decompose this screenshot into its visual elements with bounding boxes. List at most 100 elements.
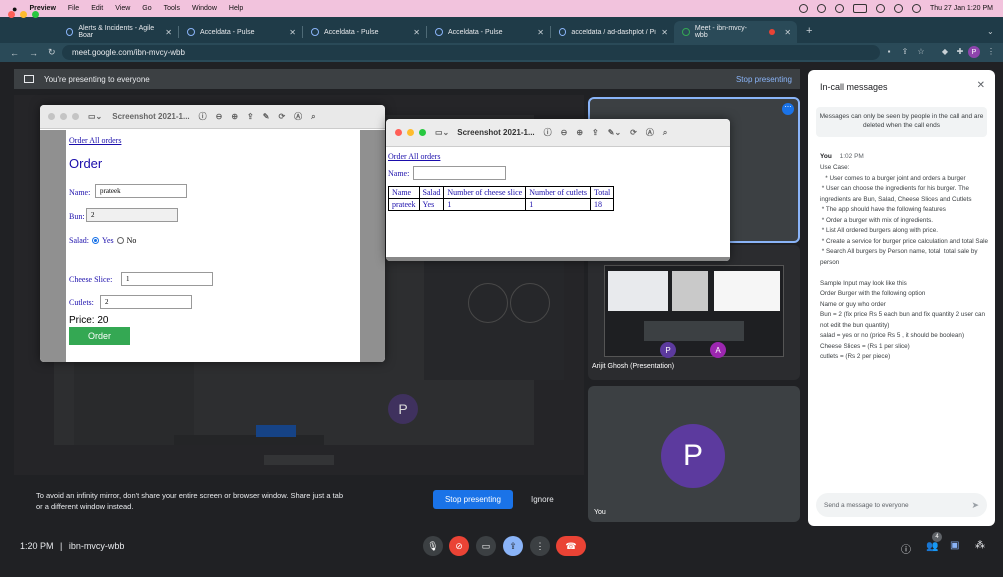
order-form-window[interactable]: ▭⌄ Screenshot 2021-1... ⓘ ⊖ ⊕ ⇪ ✎ ⟳ Ⓐ ⌕ …	[40, 105, 385, 362]
microphone-button[interactable]: 🎙	[423, 536, 443, 556]
share-icon[interactable]: ⇪	[592, 128, 599, 137]
orders-link[interactable]: Order All orders	[388, 152, 440, 161]
bun-input[interactable]: 2	[86, 208, 178, 222]
minimize-button[interactable]	[60, 113, 67, 120]
close-icon[interactable]: ✕	[784, 28, 791, 37]
name-input[interactable]: prateek	[95, 184, 187, 198]
message-input[interactable]: Send a message to everyone	[816, 493, 987, 517]
salad-no-radio[interactable]	[116, 237, 124, 244]
menu-edit[interactable]: Edit	[91, 5, 103, 12]
hangup-icon: ☎	[565, 540, 577, 551]
info-icon[interactable]: ⓘ	[199, 111, 207, 122]
menu-tools[interactable]: Tools	[164, 5, 180, 12]
battery-icon[interactable]	[852, 4, 867, 13]
close-icon[interactable]: ✕	[977, 80, 985, 91]
ignore-button[interactable]: Ignore	[531, 495, 554, 504]
tab-search-icon[interactable]: ⌄	[987, 27, 994, 36]
new-tab-button[interactable]: +	[806, 25, 812, 37]
tab-agile-board[interactable]: Alerts & Incidents - Agile Boar ✕	[58, 21, 178, 43]
bookmark-icon[interactable]: ☆	[916, 47, 926, 57]
close-button[interactable]	[48, 113, 55, 120]
rotate-icon[interactable]: ⟳	[278, 112, 285, 121]
bun-label: Bun:	[69, 212, 85, 221]
close-icon[interactable]: ✕	[289, 28, 296, 37]
minimize-button[interactable]	[407, 129, 414, 136]
activities-icon[interactable]: ⁂	[975, 540, 985, 551]
camera-off-button[interactable]: ⊘	[449, 536, 469, 556]
chat-icon[interactable]: ▣	[950, 540, 959, 551]
tab-pulse-1[interactable]: Acceldata - Pulse ✕	[179, 21, 302, 43]
zoom-out-icon[interactable]: ⊖	[561, 128, 568, 137]
orders-window[interactable]: ▭⌄ Screenshot 2021-1... ⓘ ⊖ ⊕ ⇪ ✎⌄ ⟳ Ⓐ ⌕…	[386, 119, 730, 261]
tab-meet[interactable]: Meet - ibn-mvcy-wbb ✕	[674, 21, 797, 43]
close-icon[interactable]: ✕	[661, 28, 668, 37]
zoom-button[interactable]	[419, 129, 426, 136]
zoom-out-icon[interactable]: ⊖	[216, 112, 223, 121]
menu-window[interactable]: Window	[192, 5, 217, 12]
wifi-icon[interactable]	[875, 4, 885, 13]
people-icon[interactable]: 👥	[926, 541, 938, 552]
tab-dashplot[interactable]: acceldata / ad-dashplot / Pipel ✕	[551, 21, 674, 43]
window-minimize-button[interactable]	[20, 11, 27, 18]
address-bar[interactable]: meet.google.com/ibn-mvcy-wbb	[62, 45, 880, 60]
cutlets-input[interactable]: 2	[100, 295, 192, 309]
status-icon[interactable]	[816, 4, 826, 13]
info-icon[interactable]: ⓘ	[544, 127, 552, 138]
markup-toolbar-icon[interactable]: Ⓐ	[646, 127, 654, 138]
you-tile[interactable]: P You	[588, 386, 800, 522]
close-icon[interactable]: ✕	[413, 28, 420, 37]
zoom-in-icon[interactable]: ⊕	[576, 128, 583, 137]
back-icon[interactable]: ←	[10, 48, 19, 58]
more-options-button[interactable]: ⋮	[530, 536, 550, 556]
control-center-icon[interactable]	[911, 4, 921, 13]
status-icon[interactable]	[834, 4, 844, 13]
zoom-button[interactable]	[72, 113, 79, 120]
forward-icon[interactable]: →	[29, 48, 38, 58]
search-icon[interactable]: ⌕	[311, 112, 315, 122]
tab-pulse-2[interactable]: Acceldata - Pulse ✕	[303, 21, 426, 43]
close-icon[interactable]: ✕	[165, 28, 172, 37]
name-search-input[interactable]	[413, 166, 506, 180]
info-icon[interactable]: ⓘ	[901, 541, 911, 556]
share-icon[interactable]: ⇪	[247, 112, 254, 121]
extension-icon[interactable]: ◆	[940, 47, 950, 57]
order-button[interactable]: Order	[69, 327, 130, 345]
send-icon[interactable]: ➤	[971, 500, 979, 511]
zoom-in-icon[interactable]: ⊕	[231, 112, 238, 121]
order-link[interactable]: Order All orders	[69, 136, 121, 145]
markup-icon[interactable]: ✎	[263, 112, 270, 121]
window-zoom-button[interactable]	[32, 11, 39, 18]
menu-go[interactable]: Go	[142, 5, 151, 12]
stop-presenting-link[interactable]: Stop presenting	[736, 75, 792, 84]
present-button[interactable]: ⇪	[503, 536, 523, 556]
close-button[interactable]	[395, 129, 402, 136]
rotate-icon[interactable]: ⟳	[630, 128, 637, 137]
stop-presenting-button[interactable]: Stop presenting	[433, 490, 513, 509]
menu-file[interactable]: File	[68, 5, 79, 12]
camera-icon[interactable]: ▪	[884, 47, 894, 57]
more-menu-icon[interactable]: ⋮	[986, 47, 996, 57]
menubar-clock[interactable]: Thu 27 Jan 1:20 PM	[930, 5, 993, 12]
profile-avatar[interactable]: P	[968, 46, 980, 58]
more-options-icon[interactable]: ⋯	[782, 103, 794, 115]
reload-icon[interactable]: ↻	[48, 47, 56, 58]
arijit-tile[interactable]: P A Arijit Ghosh (Presentation)	[588, 245, 800, 380]
extensions-puzzle-icon[interactable]: ✚	[955, 47, 965, 57]
markup-toolbar-icon[interactable]: Ⓐ	[294, 111, 302, 122]
status-icon[interactable]	[798, 4, 808, 13]
salad-yes-radio[interactable]	[92, 237, 99, 244]
search-icon[interactable]	[893, 4, 903, 13]
menu-view[interactable]: View	[115, 5, 130, 12]
close-icon[interactable]: ✕	[537, 28, 544, 37]
captions-button[interactable]: ▭	[476, 536, 496, 556]
menu-help[interactable]: Help	[229, 5, 243, 12]
search-icon[interactable]: ⌕	[663, 128, 667, 138]
sidebar-icon[interactable]: ▭⌄	[435, 128, 449, 137]
sidebar-icon[interactable]: ▭⌄	[88, 112, 102, 121]
markup-icon[interactable]: ✎⌄	[608, 128, 621, 137]
share-icon[interactable]: ⇪	[900, 47, 910, 57]
tab-pulse-3[interactable]: Acceldata - Pulse ✕	[427, 21, 550, 43]
cheese-input[interactable]: 1	[121, 272, 213, 286]
leave-call-button[interactable]: ☎	[556, 536, 586, 556]
window-close-button[interactable]	[8, 11, 15, 18]
